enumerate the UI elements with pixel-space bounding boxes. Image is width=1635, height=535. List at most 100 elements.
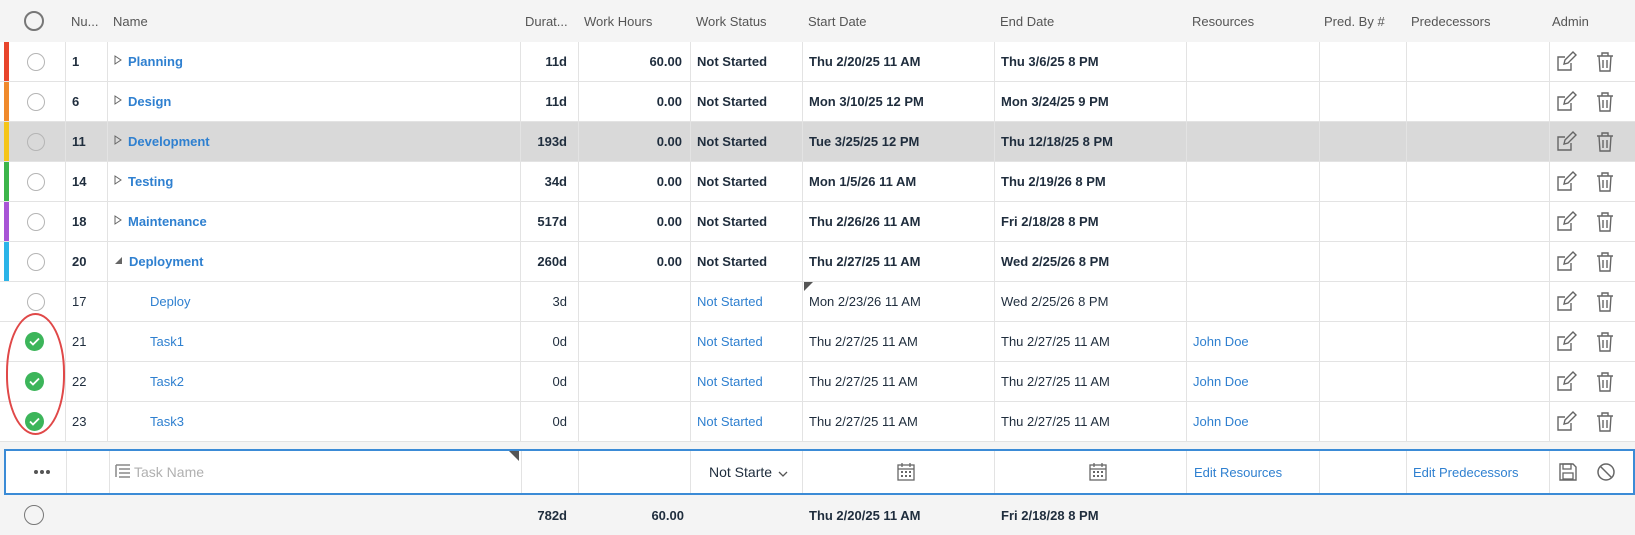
header-start-date[interactable]: Start Date xyxy=(808,0,958,42)
delete-icon[interactable] xyxy=(1595,322,1619,361)
work-hours-cell[interactable]: 0.00 xyxy=(578,122,688,161)
work-hours-cell[interactable] xyxy=(578,322,688,361)
row-checked-icon[interactable] xyxy=(25,322,45,361)
start-date-cell[interactable]: Mon 3/10/25 12 PM xyxy=(809,82,989,121)
row-checked-icon[interactable] xyxy=(25,402,45,441)
task-name-cell[interactable]: Development xyxy=(114,122,494,161)
header-duration[interactable]: Durat... xyxy=(525,0,575,42)
edit-icon[interactable] xyxy=(1555,202,1581,241)
work-status-cell[interactable]: Not Started xyxy=(697,322,797,361)
resources-cell[interactable] xyxy=(1193,202,1313,241)
duration-cell[interactable]: 0d xyxy=(520,322,573,361)
work-status-cell[interactable]: Not Started xyxy=(697,42,797,81)
row-checked-icon[interactable] xyxy=(25,362,45,401)
header-end-date[interactable]: End Date xyxy=(1000,0,1150,42)
end-date-cell[interactable]: Fri 2/18/28 8 PM xyxy=(1001,202,1181,241)
duration-cell[interactable]: 11d xyxy=(520,42,573,81)
work-hours-cell[interactable] xyxy=(578,402,688,441)
start-date-cell[interactable]: Mon 2/23/26 11 AM xyxy=(809,282,989,321)
row-select-radio[interactable] xyxy=(27,162,47,201)
task-name-cell[interactable]: Planning xyxy=(114,42,494,81)
row-select-radio[interactable] xyxy=(27,82,47,121)
work-status-cell[interactable]: Not Started xyxy=(697,202,797,241)
row-select-radio[interactable] xyxy=(27,242,47,281)
edit-icon[interactable] xyxy=(1555,122,1581,161)
task-name-cell[interactable]: Task1 xyxy=(150,322,530,361)
cancel-icon[interactable] xyxy=(1596,451,1620,493)
start-date-cell[interactable]: Tue 3/25/25 12 PM xyxy=(809,122,989,161)
end-date-cell[interactable]: Thu 3/6/25 8 PM xyxy=(1001,42,1181,81)
work-hours-cell[interactable]: 0.00 xyxy=(578,162,688,201)
task-name-cell[interactable]: Deploy xyxy=(150,282,530,321)
start-date-cell[interactable]: Thu 2/27/25 11 AM xyxy=(809,242,989,281)
duration-cell[interactable]: 0d xyxy=(520,402,573,441)
delete-icon[interactable] xyxy=(1595,42,1619,81)
task-name-link[interactable]: Design xyxy=(128,94,171,109)
work-status-cell[interactable]: Not Started xyxy=(697,122,797,161)
table-row[interactable]: 6 Design 11d 0.00 Not Started Mon 3/10/25 12 … xyxy=(0,82,1635,122)
task-name-link[interactable]: Development xyxy=(128,134,210,149)
table-row[interactable]: 20 Deployment 260d 0.00 Not Started Thu 2/27/… xyxy=(0,242,1635,282)
header-resources[interactable]: Resources xyxy=(1192,0,1292,42)
duration-cell[interactable]: 193d xyxy=(520,122,573,161)
task-name-link[interactable]: Planning xyxy=(128,54,183,69)
work-status-cell[interactable]: Not Started xyxy=(697,82,797,121)
task-name-link[interactable]: Task2 xyxy=(150,374,184,389)
resources-cell[interactable] xyxy=(1193,282,1313,321)
start-date-cell[interactable]: Thu 2/27/25 11 AM xyxy=(809,362,989,401)
work-hours-cell[interactable]: 60.00 xyxy=(578,42,688,81)
row-select-radio[interactable] xyxy=(27,282,47,321)
table-row[interactable]: 14 Testing 34d 0.00 Not Started Mon 1/5/26 11… xyxy=(0,162,1635,202)
end-date-cell[interactable]: Thu 2/27/25 11 AM xyxy=(1001,402,1181,441)
task-name-input[interactable]: Task Name xyxy=(114,451,514,493)
duration-cell[interactable]: 260d xyxy=(520,242,573,281)
row-select-radio[interactable] xyxy=(27,42,47,81)
task-name-cell[interactable]: Maintenance xyxy=(114,202,494,241)
delete-icon[interactable] xyxy=(1595,362,1619,401)
start-date-calendar-icon[interactable] xyxy=(896,451,920,493)
start-date-cell[interactable]: Mon 1/5/26 11 AM xyxy=(809,162,989,201)
header-predecessors[interactable]: Predecessors xyxy=(1411,0,1531,42)
expand-icon[interactable] xyxy=(114,175,122,188)
header-work-status[interactable]: Work Status xyxy=(696,0,796,42)
resources-cell[interactable] xyxy=(1193,122,1313,161)
task-name-cell[interactable]: Task3 xyxy=(150,402,530,441)
end-date-cell[interactable]: Thu 2/27/25 11 AM xyxy=(1001,322,1181,361)
end-date-cell[interactable]: Wed 2/25/26 8 PM xyxy=(1001,282,1181,321)
duration-cell[interactable]: 34d xyxy=(520,162,573,201)
task-name-link[interactable]: Task3 xyxy=(150,414,184,429)
edit-resources-link[interactable]: Edit Resources xyxy=(1194,451,1314,493)
task-name-link[interactable]: Maintenance xyxy=(128,214,207,229)
resources-cell[interactable] xyxy=(1193,42,1313,81)
more-options-icon[interactable] xyxy=(27,451,57,493)
edit-icon[interactable] xyxy=(1555,82,1581,121)
expand-icon[interactable] xyxy=(114,215,122,228)
task-name-link[interactable]: Testing xyxy=(128,174,173,189)
edit-icon[interactable] xyxy=(1555,282,1581,321)
work-hours-cell[interactable] xyxy=(578,362,688,401)
start-date-cell[interactable]: Thu 2/27/25 11 AM xyxy=(809,322,989,361)
start-date-cell[interactable]: Thu 2/27/25 11 AM xyxy=(809,402,989,441)
table-row[interactable]: 22 Task2 0d Not Started Thu 2/27/25 11 AM Thu… xyxy=(0,362,1635,402)
duration-cell[interactable]: 3d xyxy=(520,282,573,321)
table-row[interactable]: 18 Maintenance 517d 0.00 Not Started Thu 2/26… xyxy=(0,202,1635,242)
task-name-link[interactable]: Task1 xyxy=(150,334,184,349)
work-hours-cell[interactable] xyxy=(578,282,688,321)
select-all-radio[interactable] xyxy=(24,0,44,42)
edit-icon[interactable] xyxy=(1555,322,1581,361)
end-date-cell[interactable]: Thu 2/19/26 8 PM xyxy=(1001,162,1181,201)
header-num[interactable]: Nu... xyxy=(71,0,107,42)
work-status-cell[interactable]: Not Started xyxy=(697,282,797,321)
end-date-calendar-icon[interactable] xyxy=(1088,451,1112,493)
status-select[interactable]: Not Starte xyxy=(709,451,799,493)
delete-icon[interactable] xyxy=(1595,122,1619,161)
resources-cell[interactable] xyxy=(1193,82,1313,121)
task-name-cell[interactable]: Testing xyxy=(114,162,494,201)
table-row[interactable]: 21 Task1 0d Not Started Thu 2/27/25 11 AM Thu… xyxy=(0,322,1635,362)
duration-cell[interactable]: 11d xyxy=(520,82,573,121)
task-name-cell[interactable]: Deployment xyxy=(114,242,494,281)
edit-predecessors-link[interactable]: Edit Predecessors xyxy=(1413,451,1543,493)
expand-icon[interactable] xyxy=(114,55,122,68)
delete-icon[interactable] xyxy=(1595,242,1619,281)
work-hours-cell[interactable]: 0.00 xyxy=(578,82,688,121)
